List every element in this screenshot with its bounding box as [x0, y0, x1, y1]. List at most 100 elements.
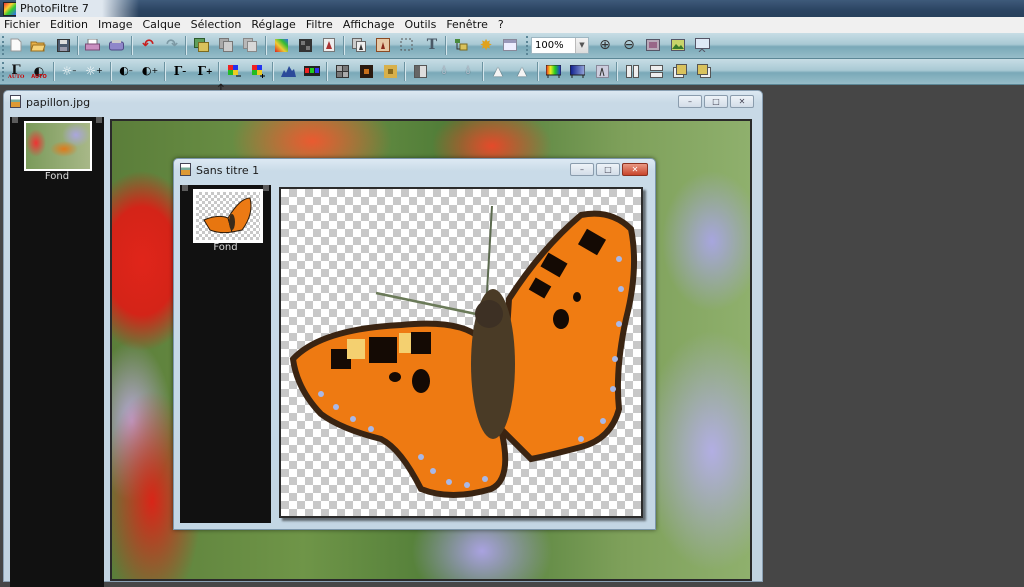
- undo-icon[interactable]: ↶: [140, 37, 156, 53]
- layers-icon[interactable]: [453, 37, 469, 53]
- color-balance-icon[interactable]: [545, 63, 561, 79]
- document-icon: [180, 163, 191, 176]
- fit-icon[interactable]: [645, 37, 661, 53]
- effects-icon[interactable]: ✸: [478, 37, 494, 53]
- texture-icon[interactable]: [358, 63, 374, 79]
- wing-spot: [411, 332, 431, 354]
- toolbar-separator: [164, 62, 166, 81]
- auto-label: AUTO: [8, 74, 25, 80]
- sharpen-more-icon[interactable]: ▲: [514, 63, 530, 79]
- wing-spot: [553, 309, 569, 329]
- toolbar-separator: [343, 36, 345, 55]
- transparency-icon[interactable]: [321, 37, 337, 53]
- menu-affichage[interactable]: Affichage: [338, 17, 400, 33]
- butterfly-head: [475, 300, 503, 328]
- app-titlebar: PhotoFiltre 7: [0, 0, 1024, 17]
- toolbar-grip[interactable]: [2, 36, 6, 55]
- crop-icon[interactable]: [375, 37, 391, 53]
- zoom-out-icon[interactable]: ⊖: [621, 37, 637, 53]
- redo-icon[interactable]: ↷: [164, 37, 180, 53]
- gradient-map-icon[interactable]: [569, 63, 585, 79]
- text-icon[interactable]: T: [424, 37, 440, 53]
- menu-fenetre[interactable]: Fenêtre: [441, 17, 493, 33]
- zoom-level-select[interactable]: 100% ▼: [531, 37, 589, 54]
- gradient-icon[interactable]: [273, 37, 289, 53]
- wing-patch: [347, 339, 365, 359]
- blur-icon[interactable]: 💧︎: [436, 63, 452, 79]
- zoom-in-icon[interactable]: ⊕: [597, 37, 613, 53]
- minimize-button[interactable]: –: [570, 163, 594, 176]
- menu-outils[interactable]: Outils: [400, 17, 442, 33]
- maximize-button[interactable]: □: [596, 163, 620, 176]
- new-icon[interactable]: [8, 37, 24, 53]
- chevron-down-icon[interactable]: ▼: [575, 38, 588, 53]
- save-icon[interactable]: [55, 37, 71, 53]
- maximize-button[interactable]: □: [704, 95, 728, 108]
- rgb-icon[interactable]: [304, 63, 320, 79]
- menu-reglage[interactable]: Réglage: [246, 17, 300, 33]
- auto-levels-icon[interactable]: Γ AUTO: [8, 63, 25, 80]
- toolbar-grip[interactable]: [2, 62, 6, 81]
- butterfly-thumbnail: [203, 197, 252, 234]
- window-title: papillon.jpg: [10, 95, 90, 111]
- menu-image[interactable]: Image: [93, 17, 137, 33]
- saturation-plus-icon[interactable]: [250, 63, 266, 79]
- full-size-icon[interactable]: [670, 37, 686, 53]
- right-wing: [497, 210, 638, 463]
- auto-contrast-icon[interactable]: ◐ AUTO: [31, 63, 47, 80]
- toolbar-separator: [218, 62, 220, 81]
- menu-filtre[interactable]: Filtre: [301, 17, 338, 33]
- close-button[interactable]: ✕: [730, 95, 754, 108]
- paste-icon[interactable]: [242, 37, 258, 53]
- open-icon[interactable]: [30, 37, 46, 53]
- close-button[interactable]: ✕: [622, 163, 648, 176]
- menu-fichier[interactable]: Fichier: [0, 17, 45, 33]
- rotate-right-icon[interactable]: [696, 63, 712, 79]
- rotate-left-icon[interactable]: [672, 63, 688, 79]
- brightness-minus-icon[interactable]: ☼ –: [61, 63, 77, 79]
- document-icon: [10, 95, 21, 108]
- pattern-icon[interactable]: [297, 37, 313, 53]
- blur-more-icon[interactable]: 💧︎: [460, 63, 476, 79]
- toolbar-separator: [53, 62, 55, 81]
- brightness-plus-icon[interactable]: ☼ +: [85, 63, 102, 79]
- paste-as-image-icon[interactable]: [193, 37, 209, 53]
- layer-thumbnail[interactable]: [24, 121, 92, 171]
- frame-icon[interactable]: [334, 63, 350, 79]
- mirror-icon[interactable]: [594, 63, 610, 79]
- toolbar-separator: [537, 62, 539, 81]
- minimize-button[interactable]: –: [678, 95, 702, 108]
- toolbar-separator: [131, 36, 133, 55]
- scan-icon[interactable]: [108, 37, 124, 53]
- selection-icon[interactable]: [399, 37, 415, 53]
- menu-help[interactable]: ?: [493, 17, 509, 33]
- saturation-minus-icon[interactable]: [226, 63, 242, 79]
- app-logo-icon: [3, 2, 17, 16]
- grayscale-icon[interactable]: [412, 63, 428, 79]
- fullscreen-icon[interactable]: [694, 37, 710, 53]
- gamma-plus-icon[interactable]: Γ +: [197, 63, 213, 79]
- image-canvas-sans-titre[interactable]: [279, 187, 643, 518]
- toolbar-separator: [445, 36, 447, 55]
- sharpen-icon[interactable]: ▲: [490, 63, 506, 79]
- print-icon[interactable]: [84, 37, 100, 53]
- layer-thumbnail[interactable]: [193, 189, 263, 243]
- menu-calque[interactable]: Calque: [137, 17, 185, 33]
- contrast-minus-icon[interactable]: ◐ –: [118, 63, 134, 79]
- contrast-plus-icon[interactable]: ◐ +: [142, 63, 158, 79]
- auto-label: AUTO: [31, 74, 47, 80]
- copy-icon[interactable]: [218, 37, 234, 53]
- histogram-icon[interactable]: [280, 63, 296, 79]
- layer-label: Fond: [44, 171, 70, 182]
- filter-toolbar: Γ AUTO ◐ AUTO ☼ – ☼ + ◐ – ◐ + Γ – Γ + 💧︎ 💧︎ ▲ ▲: [0, 59, 1024, 85]
- flip-vertical-icon[interactable]: [648, 63, 664, 79]
- flip-horizontal-icon[interactable]: [624, 63, 640, 79]
- toolbar-separator: [110, 62, 112, 81]
- mosaic-icon[interactable]: [382, 63, 398, 79]
- menu-selection[interactable]: Sélection: [186, 17, 247, 33]
- gamma-minus-icon[interactable]: Γ –: [172, 63, 188, 79]
- browser-icon[interactable]: [502, 37, 518, 53]
- toolbar-grip[interactable]: [526, 36, 530, 55]
- duplicate-icon[interactable]: [351, 37, 367, 53]
- menu-edition[interactable]: Edition: [45, 17, 93, 33]
